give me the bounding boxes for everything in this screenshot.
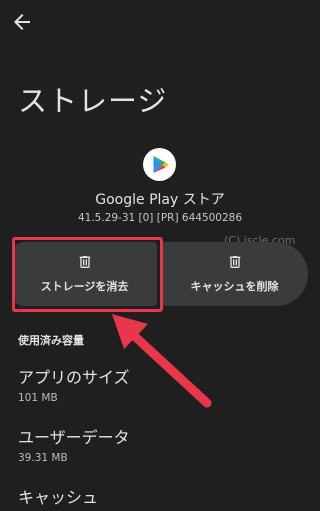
storage-row-label: アプリのサイズ <box>18 368 130 387</box>
app-name: Google Play ストア <box>95 192 225 208</box>
storage-action-buttons: ストレージを消去 キャッシュを削除 <box>12 242 308 306</box>
storage-row-label: ユーザーデータ <box>18 428 130 447</box>
clear-storage-label: ストレージを消去 <box>40 280 129 293</box>
google-play-icon <box>143 148 176 181</box>
app-version: 41.5.29-31 [0] [PR] 644500286 <box>77 212 243 224</box>
back-button[interactable] <box>10 10 34 34</box>
arrow-back-icon <box>14 14 30 30</box>
trash-icon <box>229 256 240 268</box>
trash-icon <box>79 256 90 268</box>
storage-row-value: 101 MB <box>18 392 58 404</box>
storage-row-cache: キャッシュ <box>18 484 98 511</box>
section-header-used-storage: 使用済み容量 <box>18 334 84 347</box>
storage-row-label: キャッシュ <box>18 488 99 507</box>
storage-row-app-size: アプリのサイズ 101 MB <box>18 364 130 404</box>
storage-row-value: 39.31 MB <box>18 452 68 464</box>
page-title: ストレージ <box>18 84 168 118</box>
storage-row-user-data: ユーザーデータ 39.31 MB <box>18 424 130 464</box>
clear-cache-button[interactable]: キャッシュを削除 <box>161 242 308 306</box>
clear-storage-button[interactable]: ストレージを消去 <box>12 242 157 306</box>
clear-cache-label: キャッシュを削除 <box>190 280 279 293</box>
